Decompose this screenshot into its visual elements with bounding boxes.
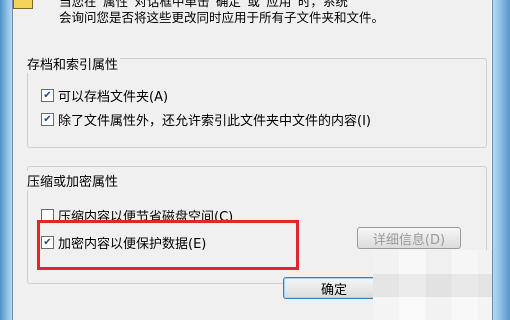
archive-checkbox-row[interactable]: ✔ 可以存档文件夹(A) [41,86,168,105]
intro-line-1: 当您在“属性”对话框中单击“确定”或“应用”时，系统 [59,0,348,9]
watermark-blur [373,250,504,320]
details-button[interactable]: 详细信息(D) [357,227,461,249]
compress-group-title: 压缩或加密属性 [25,171,121,190]
index-checkbox[interactable]: ✔ [41,113,54,126]
advanced-attributes-dialog: 当您在“属性”对话框中单击“确定”或“应用”时，系统 会询问您是否将这些更改同时… [13,0,504,320]
intro-text: 当您在“属性”对话框中单击“确定”或“应用”时，系统 会询问您是否将这些更改同时… [59,0,479,26]
window-frame-left [0,0,13,320]
ok-button[interactable]: 确定 [283,277,385,299]
archive-checkbox-label: 可以存档文件夹(A) [58,90,169,105]
archive-group-title: 存档和索引属性 [25,54,121,73]
archive-checkbox[interactable]: ✔ [41,89,54,102]
index-checkbox-label: 除了文件属性外，还允许索引此文件夹中文件的内容(I) [58,114,371,129]
intro-line-2: 会询问您是否将这些更改同时应用于所有子文件夹和文件。 [59,10,385,25]
window-frame-right [492,0,510,320]
highlight-box [37,220,299,270]
index-checkbox-row[interactable]: ✔ 除了文件属性外，还允许索引此文件夹中文件的内容(I) [41,110,371,129]
info-icon [13,0,33,9]
